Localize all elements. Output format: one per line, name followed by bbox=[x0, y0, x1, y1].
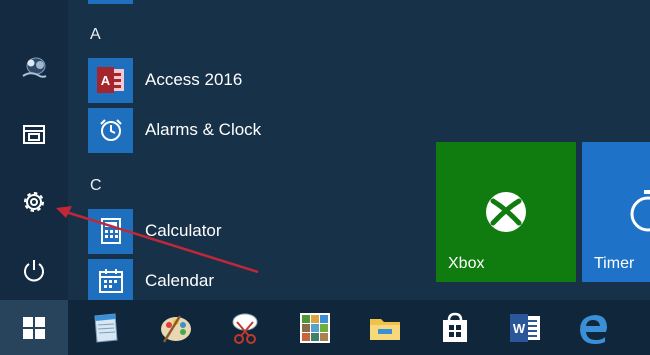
tile-label: Xbox bbox=[448, 255, 485, 272]
windows-logo-icon bbox=[23, 316, 45, 339]
edge-icon bbox=[580, 315, 607, 344]
app-alarms-clock[interactable]: Alarms & Clock bbox=[88, 107, 388, 153]
svg-text:A: A bbox=[100, 73, 110, 88]
calculator-icon bbox=[88, 208, 133, 254]
app-calculator[interactable]: Calculator bbox=[88, 208, 388, 254]
calendar-icon bbox=[88, 258, 133, 304]
tile-label: Timer bbox=[594, 255, 635, 272]
user-avatar-icon bbox=[22, 57, 47, 78]
start-button[interactable] bbox=[0, 300, 68, 355]
settings-button[interactable] bbox=[10, 182, 58, 222]
app-label: Calendar bbox=[145, 271, 214, 290]
power-icon bbox=[24, 260, 44, 282]
svg-text:W: W bbox=[513, 321, 526, 336]
app-calendar[interactable]: Calendar bbox=[88, 258, 388, 304]
taskbar-paint[interactable] bbox=[156, 308, 196, 348]
file-explorer-rail-button[interactable] bbox=[10, 114, 58, 154]
photos-icon bbox=[300, 313, 330, 343]
power-button[interactable] bbox=[10, 250, 58, 290]
start-menu-rail bbox=[0, 0, 68, 300]
tile-xbox[interactable]: Xbox bbox=[436, 142, 576, 282]
taskbar-notepad[interactable] bbox=[85, 308, 125, 348]
access-icon: A bbox=[88, 57, 133, 103]
taskbar: W bbox=[0, 300, 650, 355]
partial-app-tile bbox=[88, 0, 133, 4]
app-label: Calculator bbox=[145, 221, 222, 240]
start-menu: A A Access 2016 Alarms & Clock C Calcula… bbox=[0, 0, 650, 304]
folder-icon bbox=[370, 319, 400, 340]
taskbar-file-explorer[interactable] bbox=[365, 308, 405, 348]
taskbar-photos[interactable] bbox=[295, 308, 335, 348]
word-icon: W bbox=[510, 314, 540, 342]
taskbar-word[interactable]: W bbox=[505, 308, 545, 348]
section-header-a[interactable]: A bbox=[90, 26, 101, 44]
app-access-2016[interactable]: A Access 2016 bbox=[88, 57, 388, 103]
timer-icon bbox=[630, 190, 650, 232]
tile-timer[interactable]: Timer bbox=[582, 142, 650, 282]
notepad-icon bbox=[94, 313, 118, 343]
file-explorer-icon bbox=[23, 125, 45, 144]
app-list: A A Access 2016 Alarms & Clock C Calcula… bbox=[68, 0, 408, 304]
store-bag-icon bbox=[443, 312, 467, 342]
xbox-icon bbox=[486, 192, 526, 232]
app-label: Alarms & Clock bbox=[145, 120, 262, 139]
app-label: Access 2016 bbox=[145, 70, 243, 89]
paint-palette-icon bbox=[161, 315, 191, 343]
taskbar-edge[interactable] bbox=[574, 308, 614, 348]
taskbar-store[interactable] bbox=[435, 308, 475, 348]
gear-icon bbox=[24, 192, 44, 212]
snipping-tool-icon bbox=[232, 313, 258, 344]
alarm-clock-icon bbox=[88, 107, 133, 153]
taskbar-snipping-tool[interactable] bbox=[225, 308, 265, 348]
section-header-c[interactable]: C bbox=[90, 177, 102, 195]
user-avatar[interactable] bbox=[10, 48, 58, 88]
